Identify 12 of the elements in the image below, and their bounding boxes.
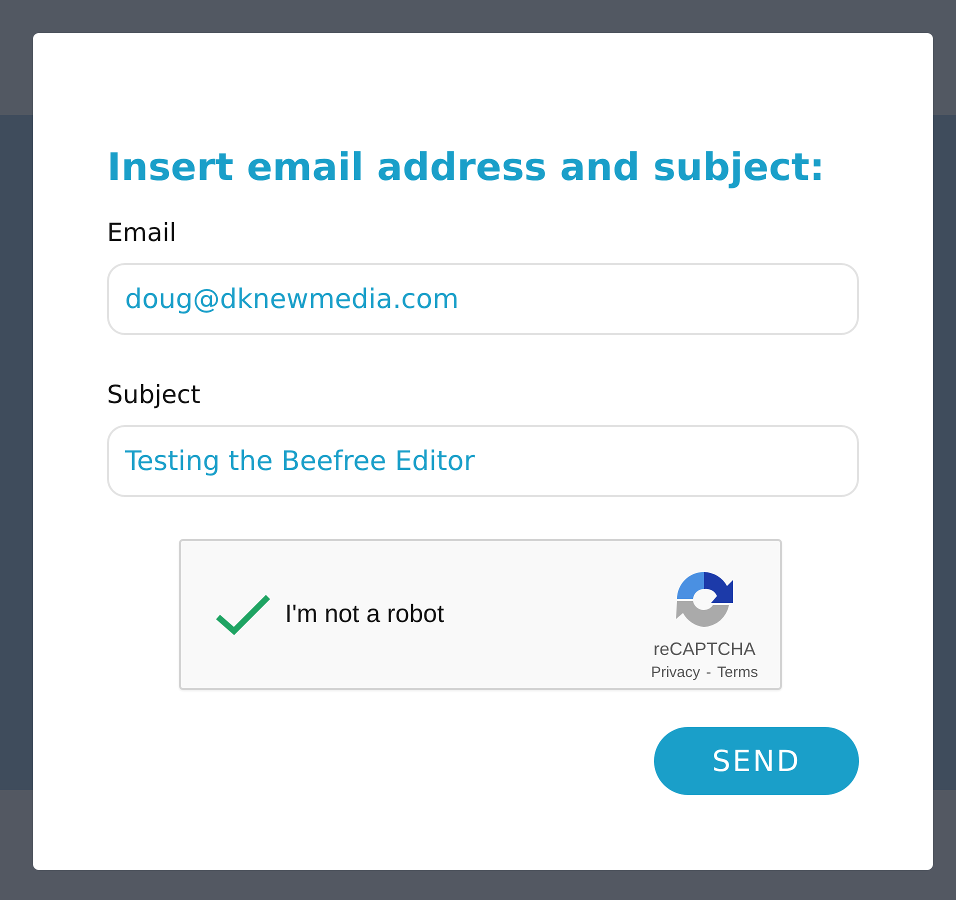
privacy-link[interactable]: Privacy <box>650 664 700 680</box>
terms-link[interactable]: Terms <box>717 664 758 680</box>
checkmark-icon <box>214 592 272 636</box>
dialog-title: Insert email address and subject: <box>107 144 826 191</box>
field-label: Subject <box>107 379 202 411</box>
link-separator: - <box>706 664 712 680</box>
send-button[interactable]: SEND <box>654 727 859 795</box>
captcha-label: I'm not a robot <box>285 600 446 629</box>
field-label: Email <box>107 217 178 249</box>
captcha-brand: reCAPTCHA <box>653 638 756 660</box>
input-field[interactable]: doug@dknewmedia.com <box>107 263 859 335</box>
input-field[interactable]: Testing the Beefree Editor <box>107 425 859 497</box>
